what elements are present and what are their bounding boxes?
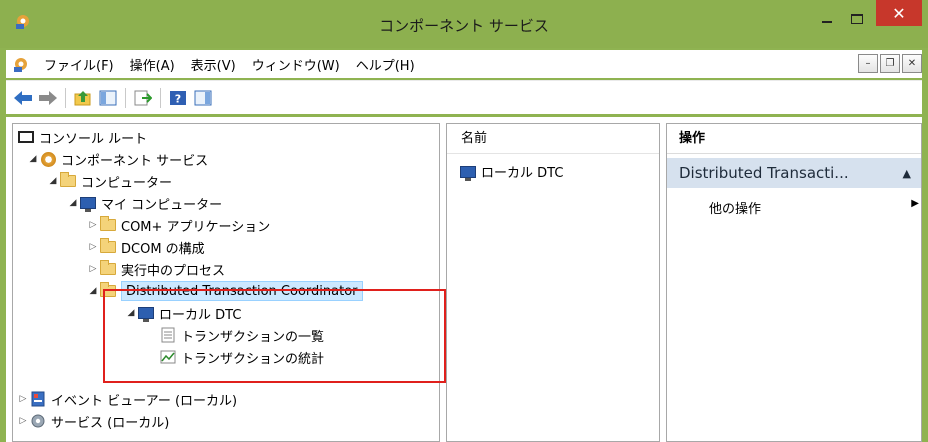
tree-item-my-computer[interactable]: ◢ マイ コンピューター [67, 192, 222, 214]
maximize-button[interactable] [842, 4, 872, 34]
collapse-arrow-icon[interactable]: ▷ [17, 416, 29, 426]
mdi-close-button[interactable]: ✕ [902, 54, 922, 73]
tree-pane[interactable]: コンソール ルート ◢ コンポーネント サービス ◢ コンピューター ◢ マイ … [12, 123, 440, 442]
maximize-icon [851, 14, 863, 24]
list-pane[interactable]: 名前 ローカル DTC [446, 123, 660, 442]
tree-item-com-apps[interactable]: ▷ COM+ アプリケーション [87, 214, 270, 236]
mdi-minimize-button[interactable]: – [858, 54, 878, 73]
tree-item-component-services[interactable]: ◢ コンポーネント サービス [27, 148, 208, 170]
folder-icon [100, 238, 116, 253]
minimize-icon [822, 21, 832, 23]
tree-item-label: コンソール ルート [39, 131, 148, 147]
action-pane-icon [194, 90, 212, 106]
expand-arrow-icon[interactable]: ◢ [27, 154, 39, 164]
event-viewer-icon [31, 391, 45, 407]
expand-arrow-icon[interactable]: ◢ [47, 176, 59, 186]
folder-icon [100, 216, 116, 231]
tree-item-label: DCOM の構成 [121, 241, 205, 257]
export-list-icon [134, 90, 152, 106]
up-folder-icon [74, 91, 91, 106]
list-item[interactable]: ローカル DTC [459, 162, 563, 181]
up-level-button[interactable] [72, 87, 94, 109]
tree-item-label: サービス (ローカル) [51, 415, 170, 431]
expand-arrow-icon[interactable]: ◢ [87, 286, 99, 296]
help-button[interactable]: ? [167, 87, 189, 109]
tree-item-event-viewer[interactable]: ▷ イベント ビューアー (ローカル) [17, 388, 237, 410]
menu-action[interactable]: 操作(A) [122, 55, 183, 74]
tree-pane-icon [99, 90, 117, 106]
tree-item-label: マイ コンピューター [101, 197, 223, 213]
show-hide-tree-button[interactable] [97, 87, 119, 109]
forward-arrow-icon [39, 91, 57, 105]
document-menu-icon[interactable] [12, 55, 30, 73]
collapse-up-icon[interactable]: ▲ [903, 167, 911, 180]
title-bar[interactable]: コンポーネント サービス ✕ [0, 0, 928, 48]
mdi-restore-button[interactable]: ❐ [880, 54, 900, 73]
more-actions-item[interactable]: 他の操作 ▶ [709, 198, 919, 217]
forward-button[interactable] [37, 87, 59, 109]
help-icon: ? [170, 91, 186, 106]
services-gear-icon [31, 414, 45, 428]
menu-bar: ファイル(F) 操作(A) 表示(V) ウィンドウ(W) ヘルプ(H) – ❐ … [6, 50, 922, 78]
close-button[interactable]: ✕ [876, 0, 922, 26]
actions-section-header[interactable]: Distributed Transacti... ▲ [667, 158, 921, 188]
back-arrow-icon [14, 91, 32, 105]
tree-item-running-processes[interactable]: ▷ 実行中のプロセス [87, 258, 225, 280]
actions-pane: 操作 Distributed Transacti... ▲ 他の操作 ▶ [666, 123, 922, 442]
svg-text:?: ? [175, 93, 181, 106]
toolbar-separator [65, 88, 66, 108]
actions-section-label: Distributed Transacti... [679, 164, 849, 182]
submenu-arrow-icon: ▶ [911, 198, 919, 209]
main-content: コンソール ルート ◢ コンポーネント サービス ◢ コンピューター ◢ マイ … [6, 117, 922, 442]
more-actions-label: 他の操作 [709, 202, 762, 217]
mdi-controls: – ❐ ✕ [856, 54, 922, 73]
menu-help[interactable]: ヘルプ(H) [348, 55, 423, 74]
close-icon: ✕ [892, 3, 906, 23]
actions-header: 操作 [667, 124, 921, 154]
toolbar-separator [160, 88, 161, 108]
collapse-arrow-icon[interactable]: ▷ [17, 394, 29, 404]
tree-item-label: イベント ビューアー (ローカル) [51, 393, 238, 409]
tree-item-label: コンピューター [81, 175, 173, 191]
minimize-button[interactable] [812, 4, 842, 34]
folder-icon [100, 260, 116, 275]
folder-icon [18, 131, 34, 143]
tree-item-label: COM+ アプリケーション [121, 219, 271, 235]
list-item-label: ローカル DTC [481, 166, 564, 181]
action-pane-button[interactable] [192, 87, 214, 109]
collapse-arrow-icon[interactable]: ▷ [87, 242, 99, 252]
menu-window[interactable]: ウィンドウ(W) [244, 55, 348, 74]
menu-file[interactable]: ファイル(F) [36, 55, 122, 74]
toolbar: ? [6, 80, 922, 114]
export-list-button[interactable] [132, 87, 154, 109]
computer-icon [460, 165, 476, 181]
tree-item-computers[interactable]: ◢ コンピューター [47, 170, 172, 192]
back-button[interactable] [12, 87, 34, 109]
folder-icon [60, 172, 76, 187]
collapse-arrow-icon[interactable]: ▷ [87, 264, 99, 274]
window: コンポーネント サービス ✕ ファイル(F) 操作(A) 表示(V) ウィンドウ… [0, 0, 928, 442]
expand-arrow-icon[interactable]: ◢ [67, 198, 79, 208]
column-header-name[interactable]: 名前 [447, 124, 659, 154]
component-services-icon [40, 151, 56, 167]
computer-icon [80, 197, 96, 212]
highlight-box [103, 289, 446, 383]
tree-item-label: 実行中のプロセス [121, 263, 226, 279]
collapse-arrow-icon[interactable]: ▷ [87, 220, 99, 230]
tree-item-services[interactable]: ▷ サービス (ローカル) [17, 410, 169, 432]
tree-item-label: コンポーネント サービス [61, 153, 209, 169]
toolbar-separator [125, 88, 126, 108]
tree-item-console-root[interactable]: コンソール ルート [17, 126, 147, 148]
tree-item-dcom[interactable]: ▷ DCOM の構成 [87, 236, 205, 258]
window-title: コンポーネント サービス [379, 17, 549, 35]
menu-view[interactable]: 表示(V) [183, 55, 244, 74]
